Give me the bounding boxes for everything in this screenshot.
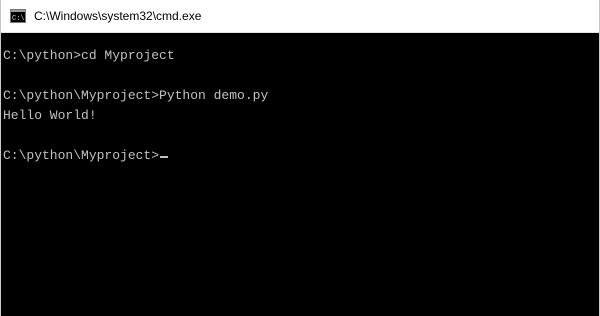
prompt-text: C:\python\Myproject>: [3, 148, 160, 163]
window-title: C:\Windows\system32\cmd.exe: [34, 9, 202, 23]
console-line: C:\python>cd Myproject: [3, 48, 175, 63]
console-line: C:\python\Myproject>Python demo.py: [3, 88, 269, 103]
prompt-line: C:\python\Myproject>: [3, 146, 599, 166]
text-cursor: [160, 156, 169, 158]
console-line: Hello World!: [3, 108, 97, 123]
cmd-icon: C:\: [10, 9, 26, 23]
console-output[interactable]: C:\python>cd Myproject C:\python\Myproje…: [3, 46, 599, 316]
svg-text:C:\: C:\: [12, 15, 25, 23]
title-bar[interactable]: C:\ C:\Windows\system32\cmd.exe: [1, 0, 599, 33]
cmd-window: C:\ C:\Windows\system32\cmd.exe C:\pytho…: [0, 0, 600, 316]
